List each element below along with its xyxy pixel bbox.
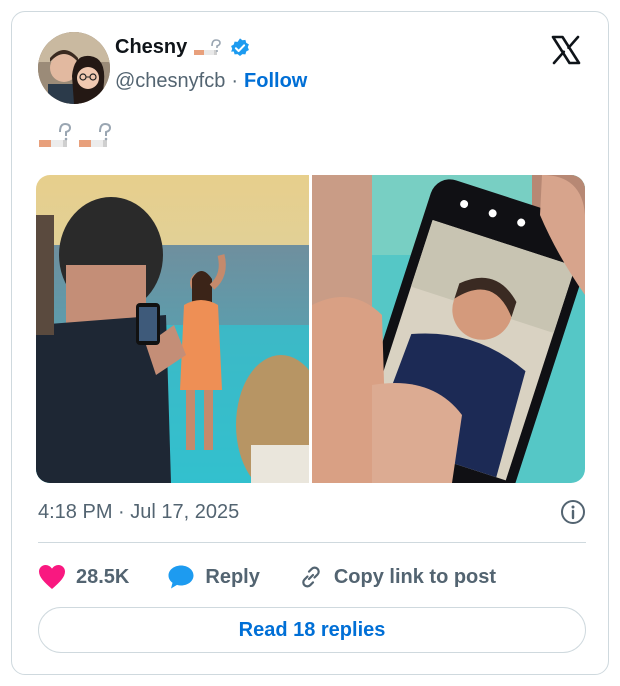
author-handle[interactable]: @chesnyfcb (115, 70, 225, 93)
beach-photoshoot-image (36, 175, 309, 483)
separator-dot: · (231, 70, 239, 92)
verified-badge-icon (229, 37, 251, 59)
post-timestamp[interactable]: 4:18 PM · Jul 17, 2025 (38, 501, 239, 524)
divider (38, 542, 586, 543)
like-button[interactable]: 28.5K (38, 564, 129, 590)
tweet-card: Chesny @chesnyfcb · Follow 4:18 PM · Jul… (11, 11, 609, 675)
tweet-media (36, 175, 585, 483)
cigarette-question-emoji (193, 37, 223, 59)
copy-link-label: Copy link to post (333, 565, 497, 588)
link-icon (302, 566, 320, 588)
cigarette-question-emoji (78, 120, 114, 159)
follow-button[interactable]: Follow (244, 70, 307, 93)
reply-bubble-icon (168, 565, 194, 589)
reply-button[interactable]: Reply (167, 564, 260, 590)
phone-screen-image (312, 175, 585, 483)
cigarette-question-emoji (38, 120, 74, 159)
info-icon[interactable] (560, 499, 586, 525)
avatar[interactable] (38, 32, 110, 104)
media-photo-2[interactable] (312, 175, 585, 483)
action-bar: 28.5K Reply Copy link to post (38, 557, 534, 597)
tweet-text (38, 120, 114, 159)
media-photo-1[interactable] (36, 175, 309, 483)
display-name[interactable]: Chesny (115, 36, 187, 59)
avatar-image (38, 32, 110, 104)
author-name-row: Chesny (115, 36, 251, 59)
heart-icon (39, 565, 65, 589)
x-logo-icon[interactable] (550, 34, 582, 66)
copy-link-button[interactable]: Copy link to post (298, 564, 496, 590)
read-replies-button[interactable]: Read 18 replies (38, 607, 586, 653)
reply-label: Reply (205, 565, 260, 588)
timestamp-row: 4:18 PM · Jul 17, 2025 (38, 499, 586, 525)
author-handle-row: @chesnyfcb · Follow (115, 70, 307, 93)
like-count: 28.5K (76, 565, 130, 588)
